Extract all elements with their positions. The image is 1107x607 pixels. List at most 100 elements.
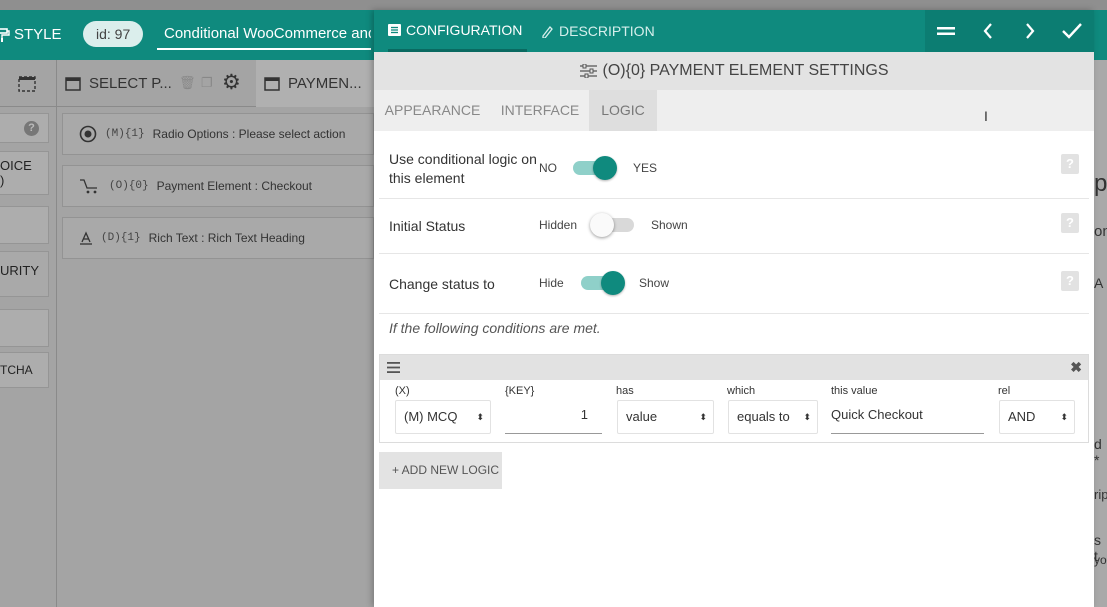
- subtab-interface[interactable]: INTERFACE: [491, 90, 589, 131]
- change-status-toggle[interactable]: [579, 271, 625, 295]
- tab-configuration[interactable]: CONFIGURATION: [388, 10, 527, 52]
- setting-label: Initial Status: [389, 218, 466, 234]
- help-badge-icon[interactable]: ?: [1061, 154, 1079, 174]
- which-select-value: equals to: [737, 409, 790, 424]
- field-code: (O){0}: [109, 180, 149, 192]
- key-input[interactable]: 1: [505, 400, 602, 434]
- drag-handle-icon[interactable]: [387, 362, 400, 373]
- tab-description-label: DESCRIPTION: [559, 23, 655, 39]
- left-icon-bar: [0, 60, 57, 107]
- window-icon: [264, 76, 280, 91]
- next-button[interactable]: [1009, 10, 1051, 52]
- toggle-on-text: YES: [633, 161, 658, 175]
- field-row[interactable]: (M){1} Radio Options : Please select act…: [62, 113, 374, 155]
- rich-text-icon: [80, 231, 92, 245]
- cart-icon: [80, 179, 97, 194]
- subtab-appearance[interactable]: APPEARANCE: [374, 90, 491, 131]
- field-code: (M){1}: [105, 128, 145, 140]
- select-arrows-icon: ⬍: [1060, 412, 1068, 422]
- form-title-input[interactable]: Conditional WooCommerce and: [157, 22, 371, 50]
- field-row[interactable]: (D){1} Rich Text : Rich Text Heading: [62, 217, 374, 259]
- sliders-icon: [579, 64, 597, 78]
- right-panel-peek: p on A d * rip s t yo: [1094, 60, 1107, 607]
- value-input[interactable]: Quick Checkout: [831, 400, 984, 434]
- tab-description[interactable]: DESCRIPTION: [541, 10, 655, 52]
- col-label-which: which: [727, 385, 756, 397]
- window-icon: [65, 76, 81, 91]
- trash-icon[interactable]: 🗑: [179, 75, 196, 91]
- setting-initial-status: Initial Status Hidden Shown ?: [379, 199, 1089, 254]
- subtab-logic[interactable]: LOGIC: [589, 90, 657, 131]
- add-new-logic-button[interactable]: + ADD NEW LOGIC: [379, 452, 502, 489]
- left-item-captcha[interactable]: TCHA: [0, 352, 49, 388]
- toggle-knob: [590, 213, 614, 237]
- id-badge: id: 97: [83, 21, 144, 47]
- has-select[interactable]: value ⬍: [617, 400, 714, 434]
- tab-select-panel[interactable]: SELECT P...: [65, 60, 172, 107]
- left-item-blank[interactable]: [0, 206, 49, 244]
- setting-label: Use conditional logic on this element: [389, 151, 537, 186]
- prev-button[interactable]: [967, 10, 1009, 52]
- gear-icon[interactable]: ⚙: [222, 70, 241, 95]
- rel-select[interactable]: AND ⬍: [999, 400, 1075, 434]
- panel-tabs: SELECT P... 🗑 ❐ ⚙ PAYMEN...: [57, 60, 374, 107]
- initial-status-toggle[interactable]: [590, 213, 636, 237]
- peek-text: yo: [1094, 553, 1107, 567]
- which-select[interactable]: equals to ⬍: [728, 400, 818, 434]
- peek-text: p: [1094, 170, 1107, 197]
- equals-icon: [937, 27, 955, 35]
- field-row[interactable]: (O){0} Payment Element : Checkout: [62, 165, 374, 207]
- top-strip: [0, 0, 1107, 10]
- toggle-on-text: Shown: [651, 218, 688, 232]
- help-badge-icon[interactable]: ?: [1061, 213, 1079, 233]
- col-label-has: has: [616, 385, 634, 397]
- logic-rule-header: ✖: [380, 355, 1088, 380]
- modal-subtitle: (O){0} PAYMENT ELEMENT SETTINGS: [374, 52, 1094, 90]
- remove-rule-icon[interactable]: ✖: [1070, 359, 1082, 376]
- copy-icon[interactable]: ❐: [201, 75, 213, 91]
- toggle-off-text: Hide: [539, 276, 564, 290]
- confirm-button[interactable]: [1051, 10, 1093, 52]
- peek-text: d *: [1094, 436, 1102, 468]
- fullscreen-icon[interactable]: [18, 76, 36, 92]
- left-item-invoice[interactable]: OICE ): [0, 151, 49, 195]
- conditional-logic-toggle[interactable]: [571, 156, 617, 180]
- toggle-knob: [601, 271, 625, 295]
- col-label-rel: rel: [998, 385, 1011, 397]
- field-label: Radio Options : Please select action: [152, 127, 346, 141]
- modal-header: CONFIGURATION DESCRIPTION: [374, 10, 1094, 52]
- peek-text: A: [1094, 275, 1104, 291]
- help-icon[interactable]: ?: [24, 121, 39, 136]
- left-item-blank-2[interactable]: [0, 309, 49, 347]
- collapse-button[interactable]: [925, 10, 967, 52]
- logic-rule-block: ✖ (X) {KEY} has which this value rel (M)…: [379, 354, 1089, 443]
- toggle-knob: [593, 156, 617, 180]
- tab-payment[interactable]: PAYMEN...: [256, 60, 374, 107]
- modal-subtitle-text: (O){0} PAYMENT ELEMENT SETTINGS: [602, 62, 889, 79]
- list-icon: [388, 23, 401, 36]
- tab-configuration-label: CONFIGURATION: [406, 21, 523, 38]
- toggle-off-text: Hidden: [539, 218, 578, 232]
- style-button[interactable]: STYLE: [0, 26, 62, 43]
- peek-text: on: [1094, 223, 1107, 240]
- element-settings-modal: CONFIGURATION DESCRIPTION (O){0} PAYMENT…: [374, 10, 1094, 607]
- tab-select-panel-label: SELECT P...: [89, 75, 172, 92]
- field-select[interactable]: (M) MCQ ⬍: [395, 400, 491, 434]
- left-item-security[interactable]: URITY: [0, 251, 49, 297]
- toggle-on-text: Show: [639, 276, 670, 290]
- select-arrows-icon: ⬍: [476, 412, 484, 422]
- help-badge-icon[interactable]: ?: [1061, 271, 1079, 291]
- radio-icon: [79, 125, 97, 143]
- setting-label: Change status to: [389, 276, 495, 292]
- chevron-left-icon: [983, 23, 992, 39]
- col-label-field: (X): [395, 385, 410, 397]
- col-label-key: {KEY}: [505, 385, 535, 397]
- peek-text: rip: [1094, 487, 1107, 502]
- select-arrows-icon: ⬍: [699, 412, 707, 422]
- setting-change-status: Change status to Hide Show ?: [379, 254, 1089, 314]
- select-arrows-icon: ⬍: [803, 412, 811, 422]
- field-code: (D){1}: [101, 232, 141, 244]
- chevron-right-icon: [1026, 23, 1035, 39]
- rel-select-value: AND: [1008, 409, 1036, 424]
- tab-payment-label: PAYMEN...: [288, 75, 362, 92]
